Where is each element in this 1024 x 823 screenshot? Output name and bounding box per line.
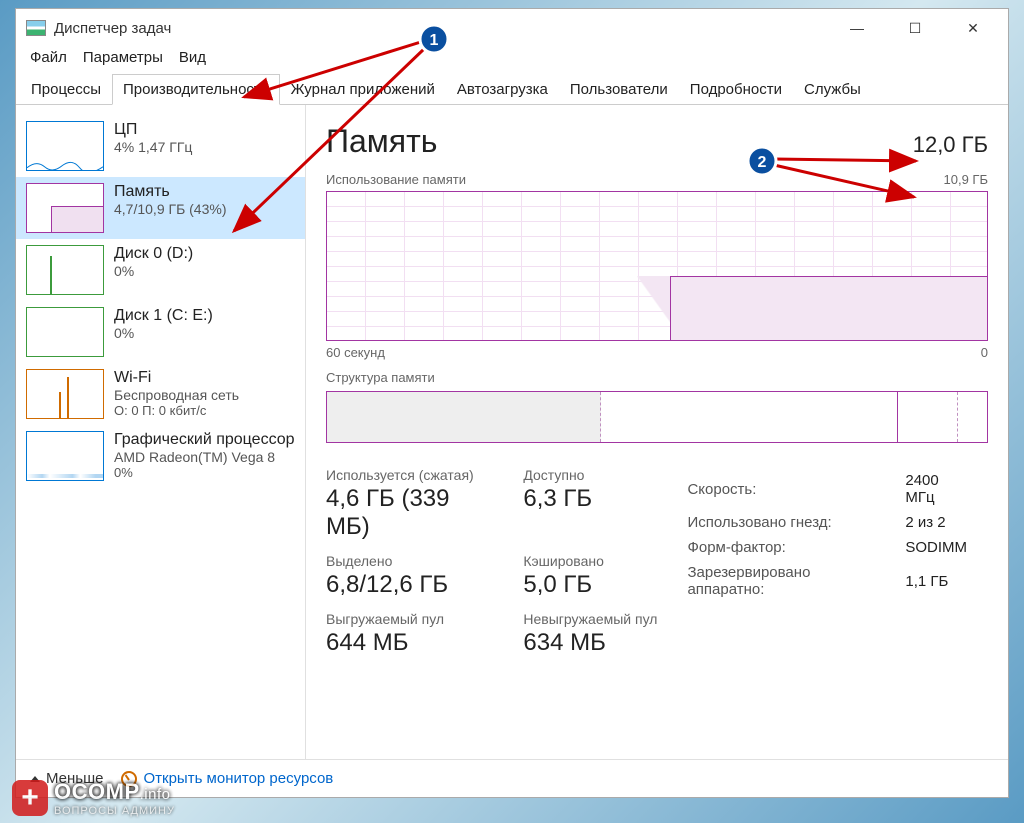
paged-value: 644 МБ	[326, 629, 497, 657]
window-title: Диспетчер задач	[54, 20, 828, 37]
usage-chart-label: Использование памяти	[326, 172, 466, 187]
window-controls: — ☐ ✕	[828, 12, 1002, 44]
nonpaged-label: Невыгружаемый пул	[523, 611, 657, 627]
disk1-sub: 0%	[114, 325, 295, 341]
watermark-suffix: .info	[140, 786, 171, 803]
composition-cached	[601, 392, 898, 442]
composition-used	[327, 392, 601, 442]
cpu-thumbnail	[26, 121, 104, 171]
minimize-button[interactable]: —	[828, 12, 886, 44]
performance-sidebar: ЦП4% 1,47 ГГц Память4,7/10,9 ГБ (43%) Ди…	[16, 105, 306, 759]
menu-file[interactable]: Файл	[24, 47, 73, 68]
avail-value: 6,3 ГБ	[523, 485, 657, 513]
panel-title: Память	[326, 123, 437, 160]
used-label: Используется (сжатая)	[326, 467, 497, 483]
form-value: SODIMM	[905, 536, 986, 559]
memory-thumbnail	[26, 183, 104, 233]
gpu-sub: AMD Radeon(TM) Vega 8	[114, 449, 295, 465]
axis-right: 0	[981, 345, 988, 360]
sidebar-item-memory[interactable]: Память4,7/10,9 ГБ (43%)	[16, 177, 305, 239]
memory-usage-chart	[326, 191, 988, 341]
gpu-thumbnail	[26, 431, 104, 481]
gpu-sub2: 0%	[114, 465, 295, 480]
commit-label: Выделено	[326, 553, 497, 569]
cpu-title: ЦП	[114, 121, 295, 139]
titlebar: Диспетчер задач — ☐ ✕	[16, 9, 1008, 47]
sidebar-item-gpu[interactable]: Графический процессорAMD Radeon(TM) Vega…	[16, 425, 305, 487]
watermark-sub: ВОПРОСЫ АДМИНУ	[54, 805, 175, 817]
tab-bar: Процессы Производительность Журнал прило…	[16, 74, 1008, 105]
sidebar-item-disk1[interactable]: Диск 1 (C: E:)0%	[16, 301, 305, 363]
sidebar-item-disk0[interactable]: Диск 0 (D:)0%	[16, 239, 305, 301]
used-value: 4,6 ГБ (339 МБ)	[326, 485, 497, 541]
sidebar-item-cpu[interactable]: ЦП4% 1,47 ГГц	[16, 115, 305, 177]
menu-options[interactable]: Параметры	[77, 47, 169, 68]
form-label: Форм-фактор:	[687, 536, 903, 559]
memory-panel: Память 12,0 ГБ Использование памяти 10,9…	[306, 105, 1008, 759]
menubar: Файл Параметры Вид	[16, 47, 1008, 74]
reserved-value: 1,1 ГБ	[905, 561, 986, 601]
wifi-title: Wi-Fi	[114, 369, 295, 387]
tab-details[interactable]: Подробности	[679, 74, 793, 105]
watermark: + OCOMP.info ВОПРОСЫ АДМИНУ	[12, 779, 175, 817]
speed-label: Скорость:	[687, 469, 903, 509]
content-area: ЦП4% 1,47 ГГц Память4,7/10,9 ГБ (43%) Ди…	[16, 105, 1008, 759]
menu-view[interactable]: Вид	[173, 47, 212, 68]
composition-free	[898, 392, 957, 442]
reserved-label: Зарезервировано аппаратно:	[687, 561, 903, 601]
composition-reserved	[957, 392, 987, 442]
tab-performance[interactable]: Производительность	[112, 74, 280, 105]
usage-chart-max: 10,9 ГБ	[944, 172, 988, 187]
app-icon	[26, 20, 46, 36]
maximize-button[interactable]: ☐	[886, 12, 944, 44]
wifi-thumbnail	[26, 369, 104, 419]
disk1-title: Диск 1 (C: E:)	[114, 307, 295, 325]
commit-value: 6,8/12,6 ГБ	[326, 571, 497, 599]
gpu-title: Графический процессор	[114, 431, 295, 449]
disk1-thumbnail	[26, 307, 104, 357]
watermark-text: OCOMP	[54, 779, 140, 804]
watermark-badge-icon: +	[12, 780, 48, 816]
tab-app-history[interactable]: Журнал приложений	[280, 74, 446, 105]
slots-label: Использовано гнезд:	[687, 511, 903, 534]
cpu-sub: 4% 1,47 ГГц	[114, 139, 295, 155]
tab-processes[interactable]: Процессы	[20, 74, 112, 105]
memory-title: Память	[114, 183, 295, 201]
slots-value: 2 из 2	[905, 511, 986, 534]
composition-label: Структура памяти	[326, 370, 988, 385]
nonpaged-value: 634 МБ	[523, 629, 657, 657]
avail-label: Доступно	[523, 467, 657, 483]
memory-composition-chart	[326, 391, 988, 443]
close-button[interactable]: ✕	[944, 12, 1002, 44]
wifi-sub: Беспроводная сеть	[114, 387, 295, 403]
tab-startup[interactable]: Автозагрузка	[446, 74, 559, 105]
cached-label: Кэшировано	[523, 553, 657, 569]
axis-left: 60 секунд	[326, 345, 385, 360]
memory-sub: 4,7/10,9 ГБ (43%)	[114, 201, 295, 217]
speed-value: 2400 МГц	[905, 469, 986, 509]
paged-label: Выгружаемый пул	[326, 611, 497, 627]
cached-value: 5,0 ГБ	[523, 571, 657, 599]
tab-users[interactable]: Пользователи	[559, 74, 679, 105]
disk0-thumbnail	[26, 245, 104, 295]
disk0-title: Диск 0 (D:)	[114, 245, 295, 263]
total-memory: 12,0 ГБ	[913, 132, 988, 158]
disk0-sub: 0%	[114, 263, 295, 279]
tab-services[interactable]: Службы	[793, 74, 872, 105]
sidebar-item-wifi[interactable]: Wi-FiБеспроводная сетьО: 0 П: 0 кбит/с	[16, 363, 305, 425]
task-manager-window: Диспетчер задач — ☐ ✕ Файл Параметры Вид…	[15, 8, 1009, 798]
memory-stats: Используется (сжатая) 4,6 ГБ (339 МБ) Дос…	[326, 467, 988, 657]
wifi-sub2: О: 0 П: 0 кбит/с	[114, 403, 295, 418]
